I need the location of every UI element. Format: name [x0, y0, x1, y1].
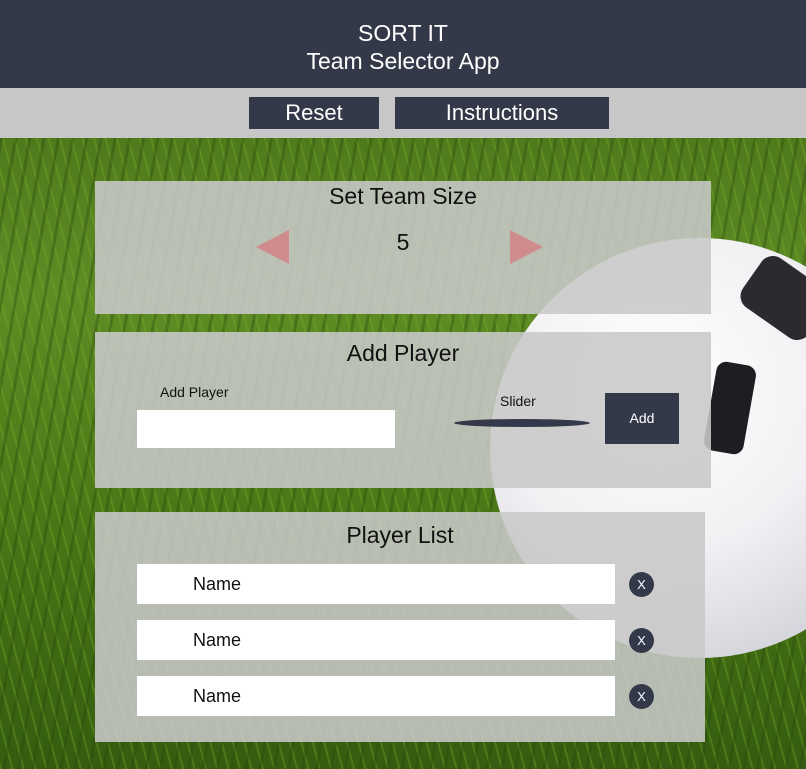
- add-player-panel: Add Player Add Player Slider Add: [95, 332, 711, 488]
- team-size-title: Set Team Size: [329, 183, 477, 209]
- player-list-panel: Player List Name X Name X Name X: [95, 512, 705, 742]
- increment-arrow-icon[interactable]: [510, 230, 543, 264]
- team-size-panel: Set Team Size 5: [95, 181, 711, 314]
- team-size-value: 5: [396, 229, 410, 255]
- slider[interactable]: [454, 419, 590, 427]
- player-name-field[interactable]: Name: [137, 620, 615, 660]
- football-patch: [735, 250, 806, 346]
- slider-label: Slider: [500, 393, 536, 409]
- nav-bar: Reset Instructions: [0, 88, 806, 138]
- add-player-title: Add Player: [346, 340, 460, 366]
- reset-button[interactable]: Reset: [249, 97, 379, 129]
- player-name-field[interactable]: Name: [137, 676, 615, 716]
- remove-player-button[interactable]: X: [629, 684, 654, 709]
- remove-player-button[interactable]: X: [629, 572, 654, 597]
- app-header: SORT IT Team Selector App: [0, 0, 806, 88]
- remove-player-button[interactable]: X: [629, 628, 654, 653]
- add-player-input-label: Add Player: [160, 384, 229, 400]
- app-title: SORT IT: [358, 20, 448, 46]
- player-list-title: Player List: [346, 522, 454, 548]
- add-button[interactable]: Add: [605, 393, 679, 444]
- instructions-button[interactable]: Instructions: [395, 97, 609, 129]
- app-subtitle: Team Selector App: [306, 48, 500, 74]
- add-player-input[interactable]: [137, 410, 395, 448]
- player-name-field[interactable]: Name: [137, 564, 615, 604]
